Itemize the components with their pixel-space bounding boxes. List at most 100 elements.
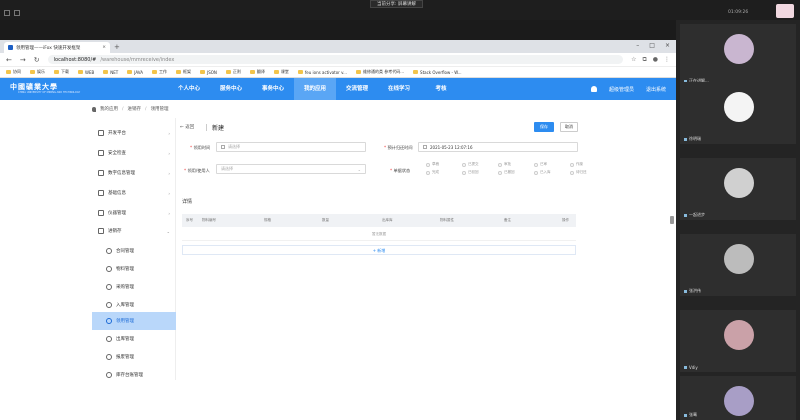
meeting-top-bar: 当前分享: 屏幕讲解 01:09:26 [0, 0, 800, 20]
bookmark-item[interactable]: WEB [78, 70, 94, 75]
sidebar-group-dev-platform[interactable]: 开发平台 › [92, 124, 176, 142]
star-icon[interactable]: ☆ [631, 56, 636, 64]
status-radio[interactable]: 完成 [426, 170, 462, 175]
bookmark-item[interactable]: 翻译 [249, 69, 265, 75]
participant-name: 张骞 [684, 412, 697, 418]
expected-return-picker[interactable]: 2021-05-23 12:07:16 [418, 142, 578, 152]
status-radio[interactable]: 已驳回 [462, 170, 498, 175]
extension-icon[interactable]: ⧉ [642, 56, 646, 64]
settings-icon [98, 150, 104, 156]
bookmark-item[interactable]: 娱乐 [30, 69, 45, 75]
status-radio[interactable]: 已入库 [534, 170, 570, 175]
sidebar-item-purchase[interactable]: 采购管理 [92, 278, 176, 296]
status-radio[interactable]: 已提交 [462, 162, 498, 167]
menu-icon[interactable]: ⋮ [664, 56, 670, 64]
browser-tab[interactable]: 领用管理——iFox 快速开发框架 × [4, 42, 110, 53]
participant-tile[interactable]: 一起进步 [680, 158, 796, 220]
radio-icon [426, 162, 430, 167]
main-nav-item[interactable]: 交流管理 [336, 78, 378, 100]
status-radio[interactable]: 审批 [498, 162, 534, 167]
forward-arrow-icon[interactable]: → [20, 56, 26, 64]
sidebar-group-instrument[interactable]: 仪器管理 › [92, 204, 176, 222]
main-nav-item[interactable]: 在线学习 [378, 78, 420, 100]
bell-icon[interactable] [590, 86, 597, 92]
sidebar-label: 数字信息管理 [108, 171, 135, 176]
maximize-icon[interactable]: □ [649, 42, 655, 49]
status-radio[interactable]: 草稿 [426, 162, 462, 167]
cancel-button[interactable]: 取消 [560, 122, 578, 132]
bookmark-item[interactable]: 框架 [176, 69, 191, 75]
window-icon[interactable] [4, 10, 10, 16]
participant-tile[interactable]: 张洪伟 [680, 234, 796, 296]
folder-icon [273, 70, 279, 74]
status-radio[interactable]: 待归还 [570, 170, 606, 175]
gear-icon [106, 302, 112, 308]
breadcrumb-item[interactable]: 我的应用 [100, 106, 118, 112]
main-nav-item[interactable]: 考核 [420, 78, 462, 100]
bookmark-item[interactable]: JAVA [127, 70, 143, 75]
sidebar-label: 入库管理 [116, 303, 134, 308]
main-nav-item[interactable]: 我的应用 [294, 78, 336, 100]
reload-icon[interactable]: ↻ [34, 56, 40, 64]
layout-icon[interactable] [14, 10, 20, 16]
save-button[interactable]: 保存 [534, 122, 554, 132]
tab-title: 领用管理——iFox 快速开发框架 [16, 45, 81, 51]
bookmark-item[interactable]: feu ions activator v... [297, 70, 347, 75]
logout-link[interactable]: 退出系统 [646, 86, 666, 93]
status-radio[interactable]: 已撤回 [498, 170, 534, 175]
bookmark-item[interactable]: JSON [200, 70, 217, 75]
status-radio[interactable]: 作废 [570, 162, 606, 167]
bookmark-item[interactable]: 正则 [225, 69, 241, 75]
sidebar-item-stock-out[interactable]: 出库管理 [92, 330, 176, 348]
back-link[interactable]: ← 返回 [180, 124, 194, 130]
main-nav-item[interactable]: 事务中心 [252, 78, 294, 100]
box-icon [98, 228, 104, 234]
bookmark-item[interactable]: NET [103, 70, 118, 75]
status-radio-group: 草稿 已提交 审批 已审 作废完成 已驳回 已撤回 已入库 待归还 [426, 162, 606, 175]
user-name[interactable]: 超级管理员 [609, 86, 634, 93]
sidebar-item-ledger[interactable]: 库存台账管理 [92, 366, 176, 384]
new-tab-button[interactable]: + [114, 43, 120, 51]
sidebar-group-safety[interactable]: 安全检查 › [92, 144, 176, 162]
main-nav-item[interactable]: 服务中心 [210, 78, 252, 100]
col-header: 规格 [264, 218, 271, 222]
participant-tile[interactable]: 张骞 [680, 376, 796, 420]
sidebar-item-material[interactable]: 物料管理 [92, 260, 176, 278]
sidebar-item-receive[interactable]: 领用管理 [92, 312, 176, 330]
folder-icon [413, 70, 419, 74]
form-panel: ← 返回 新建 保存 取消 * 领用时间 请选择 * 预计归还时间 2021-0… [176, 118, 587, 380]
gear-icon [106, 284, 112, 290]
receive-time-picker[interactable]: 请选择 [216, 142, 366, 152]
mic-icon [684, 289, 687, 293]
bookmark-item[interactable]: 维修通的类 参考代码... [355, 69, 404, 75]
receive-time-label: * 领用时间 [190, 145, 211, 150]
close-window-icon[interactable]: × [665, 42, 670, 49]
bookmark-item[interactable]: Stack Overflow - W... [413, 70, 462, 75]
scrollbar-thumb[interactable] [670, 216, 674, 224]
sidebar-item-scrap[interactable]: 报废管理 [92, 348, 176, 366]
avatar [724, 92, 754, 122]
back-arrow-icon[interactable]: ← [6, 56, 12, 64]
sidebar-group-digital-info[interactable]: 数字信息管理 › [92, 164, 176, 182]
participant-tile[interactable]: 徐明瑞 [680, 82, 796, 144]
bookmark-item[interactable]: 下载 [54, 69, 69, 75]
bookmark-item[interactable]: 协同 [6, 69, 21, 75]
minimize-icon[interactable]: – [636, 42, 639, 49]
close-tab-icon[interactable]: × [102, 45, 106, 50]
add-row-button[interactable]: + 新增 [182, 245, 576, 255]
sidebar-group-inventory[interactable]: 进销存 ⌄ [92, 222, 176, 240]
breadcrumb-item[interactable]: 进销存 [128, 106, 142, 112]
user-select[interactable]: 请选择 ⌄ [216, 164, 366, 174]
profile-icon[interactable]: ● [653, 56, 658, 64]
participant-tile[interactable]: Vdiy [680, 310, 796, 372]
main-nav-item[interactable]: 个人中心 [168, 78, 210, 100]
sidebar-item-contract[interactable]: 合同管理 [92, 242, 176, 260]
meeting-title: 当前分享: 屏幕讲解 [370, 0, 423, 8]
bookmark-item[interactable]: 课堂 [273, 69, 289, 75]
folder-icon [6, 70, 11, 74]
url-input[interactable]: localhost:8080/#/warehouse/mmreceive/ind… [47, 55, 624, 64]
participant-tile[interactable]: 正在讲解... [680, 24, 796, 86]
status-radio[interactable]: 已审 [534, 162, 570, 167]
bookmark-item[interactable]: 工作 [152, 69, 167, 75]
sidebar-group-basic-info[interactable]: 基础信息 › [92, 184, 176, 202]
